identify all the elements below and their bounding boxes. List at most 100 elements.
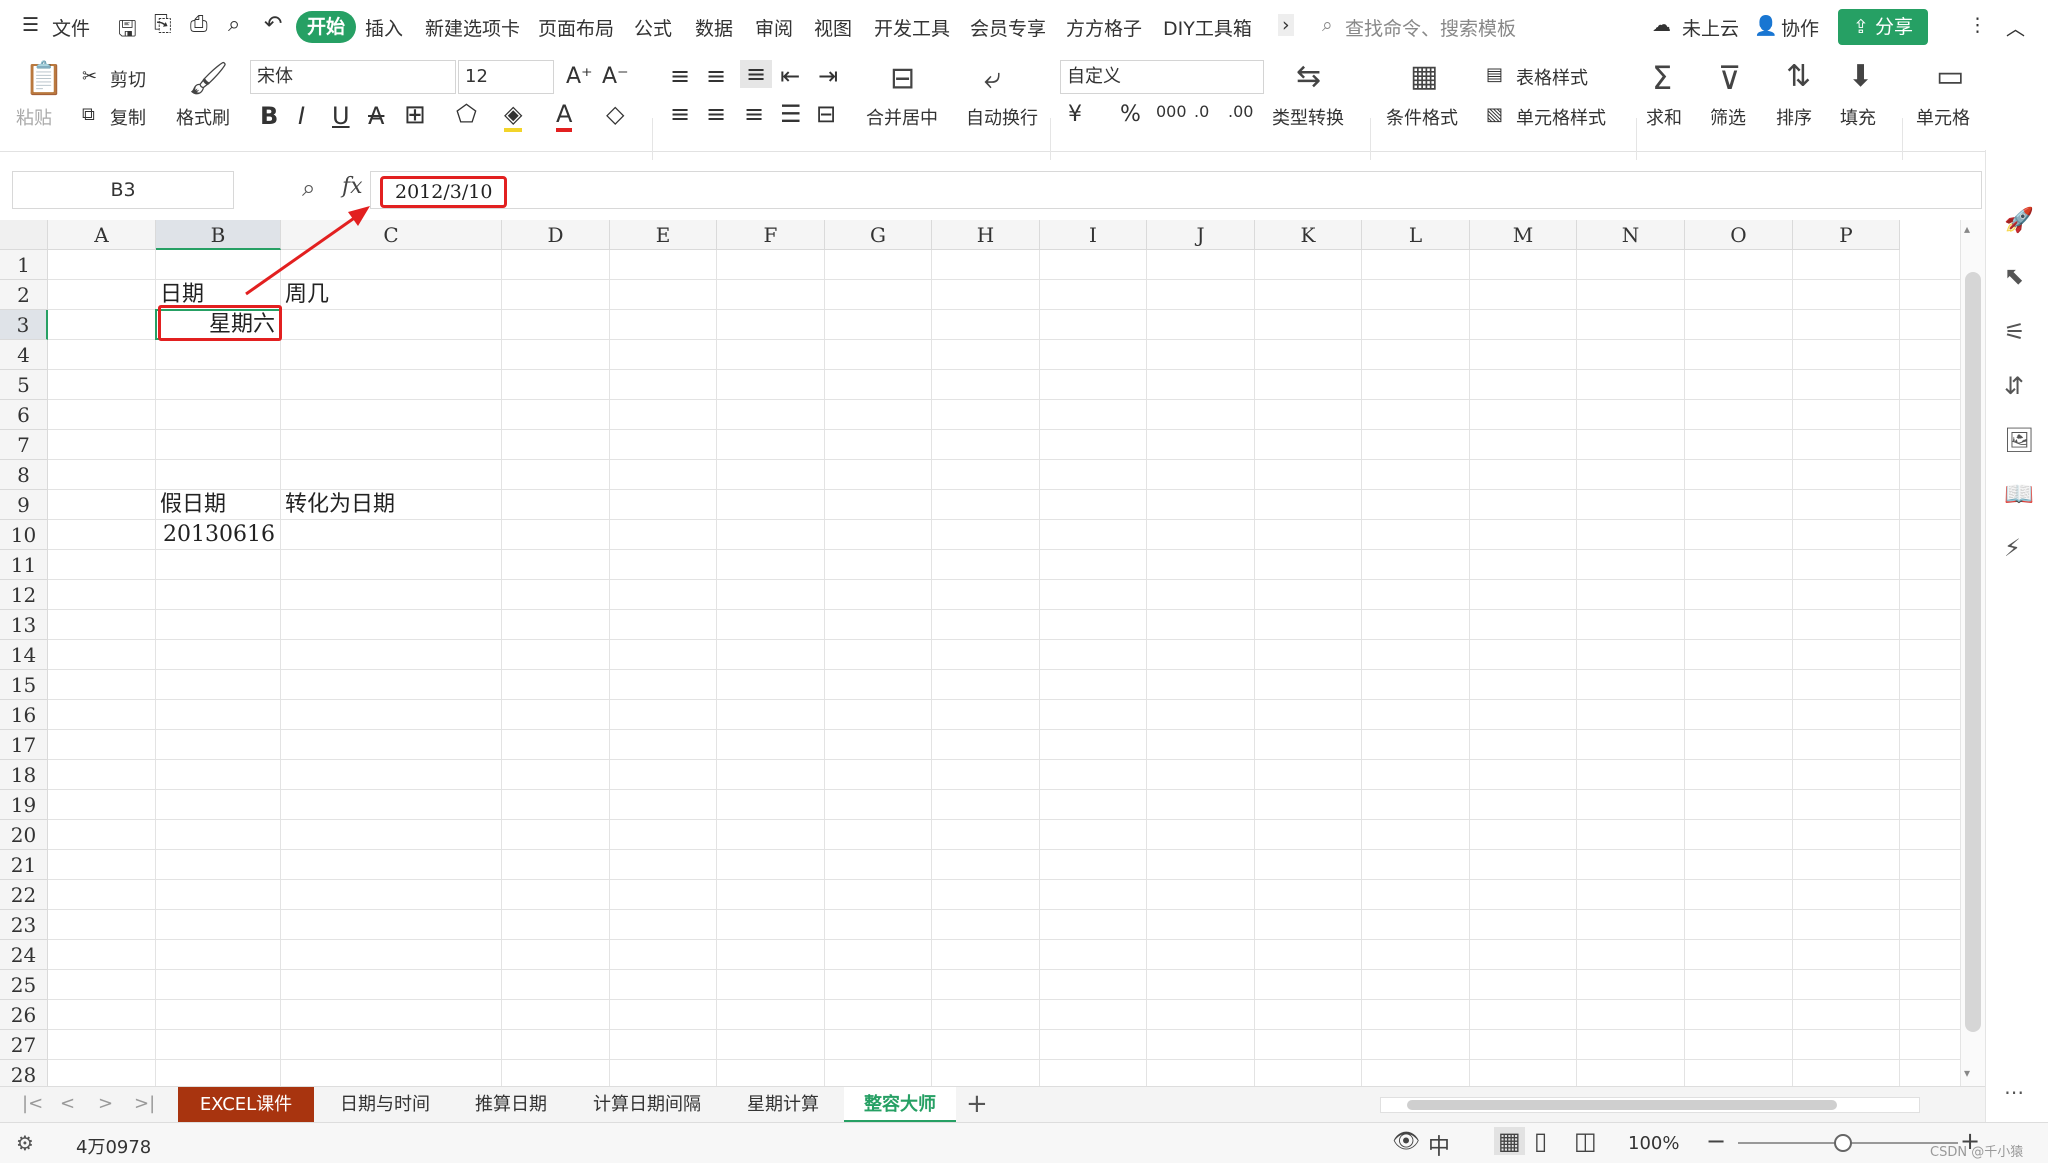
prev-sheet-icon[interactable]: < [60,1093,75,1114]
row-header-25[interactable]: 25 [0,970,48,1000]
horizontal-scrollbar[interactable] [1380,1097,1920,1113]
input-method-icon[interactable]: 中 [1428,1129,1450,1161]
row-header-28[interactable]: 28 [0,1060,48,1086]
image-edit-icon[interactable]: 🖼 [2004,426,2034,454]
macro-icon[interactable]: ⚙ [16,1131,34,1155]
paste-icon[interactable]: 📋 [24,62,64,94]
sheet-tab-active[interactable]: 整容大师 [844,1087,956,1123]
tab-page-layout[interactable]: 页面布局 [538,14,614,41]
row-header-11[interactable]: 11 [0,550,48,580]
column-header-f[interactable]: F [717,220,825,250]
fill-button[interactable]: 填充 [1840,104,1876,130]
column-header-p[interactable]: P [1793,220,1900,250]
row-header-2[interactable]: 2 [0,280,48,310]
fill-color-icon[interactable]: ◈ [504,100,523,132]
strikethrough-icon[interactable]: A [368,102,384,130]
row-header-10[interactable]: 10 [0,520,48,550]
column-header-d[interactable]: D [502,220,610,250]
more-dots-icon[interactable]: ⋯ [2004,1080,2024,1104]
cell-b9[interactable]: 假日期 [160,490,226,520]
sheet-tab[interactable]: EXCEL课件 [178,1087,314,1123]
filter-button[interactable]: 筛选 [1710,104,1746,130]
row-header-22[interactable]: 22 [0,880,48,910]
wrap-text-button[interactable]: 自动换行 [966,104,1038,130]
sum-button[interactable]: 求和 [1646,104,1682,130]
row-header-5[interactable]: 5 [0,370,48,400]
cloud-status[interactable]: 未上云 [1682,14,1739,41]
row-header-6[interactable]: 6 [0,400,48,430]
font-name-select[interactable]: 宋体 [250,60,456,94]
justify-icon[interactable]: ☰ [780,100,802,128]
tab-data[interactable]: 数据 [695,14,733,41]
print-preview-icon[interactable]: ⌕ [228,12,240,37]
spreadsheet-grid[interactable]: A B C D E F G H I J K L M N O P 1 2 3 4 5 6 7 8 9 10 11 12 13 14 15 16 1… [0,220,1960,1086]
tab-member[interactable]: 会员专享 [970,14,1046,41]
row-header-7[interactable]: 7 [0,430,48,460]
row-header-15[interactable]: 15 [0,670,48,700]
row-header-4[interactable]: 4 [0,340,48,370]
font-color-icon[interactable]: A [556,100,573,132]
search-input[interactable]: 查找命令、搜索模板 [1345,14,1516,41]
font-grow-icon[interactable]: A⁺ [566,64,593,89]
zoom-level[interactable]: 100% [1628,1133,1679,1154]
decimal-increase-icon[interactable]: .0 [1194,102,1209,121]
merge-center-button[interactable]: 合并居中 [866,104,938,130]
hamburger-menu-icon[interactable]: ☰ [22,14,39,36]
fx-button[interactable]: fx [342,174,363,199]
copy-button[interactable]: 复制 [110,104,146,130]
tab-view[interactable]: 视图 [814,14,852,41]
row-header-14[interactable]: 14 [0,640,48,670]
cell-b10[interactable]: 20130616 [156,520,275,550]
tab-new[interactable]: 新建选项卡 [425,14,520,41]
shape-fill-icon[interactable]: ⬠ [456,100,477,128]
row-header-17[interactable]: 17 [0,730,48,760]
font-size-select[interactable]: 12 [458,60,554,94]
name-box[interactable]: B3 [12,171,234,209]
indent-decrease-icon[interactable]: ⇤ [780,62,800,90]
pointer-icon[interactable]: ⬉ [2004,262,2024,290]
cut-button[interactable]: 剪切 [110,66,146,92]
align-bottom-icon[interactable]: ≡ [740,60,773,88]
scroll-down-icon[interactable]: ▾ [1964,1066,1970,1080]
align-middle-icon[interactable]: ≡ [706,62,726,90]
hscroll-thumb[interactable] [1407,1100,1837,1110]
page-view-icon[interactable]: ▯ [1534,1127,1547,1155]
sheet-tab[interactable]: 星期计算 [728,1087,838,1123]
column-header-i[interactable]: I [1040,220,1147,250]
clear-format-icon[interactable]: ◇ [606,100,624,128]
share-button[interactable]: ⇪ 分享 [1838,9,1928,45]
row-header-24[interactable]: 24 [0,940,48,970]
column-header-e[interactable]: E [610,220,717,250]
align-center-icon[interactable]: ≡ [706,100,726,128]
collapse-ribbon-icon[interactable]: ︿ [2006,14,2025,41]
format-painter-button[interactable]: 格式刷 [176,104,230,130]
column-header-n[interactable]: N [1577,220,1685,250]
next-sheet-icon[interactable]: > [98,1093,113,1114]
thousands-icon[interactable]: 000 [1156,102,1187,121]
align-top-icon[interactable]: ≡ [670,62,690,90]
lightning-icon[interactable]: ⚡ [2004,534,2021,562]
transform-icon[interactable]: ⇵ [2004,372,2024,400]
row-header-1[interactable]: 1 [0,250,48,280]
row-header-26[interactable]: 26 [0,1000,48,1030]
row-header-13[interactable]: 13 [0,610,48,640]
distribute-icon[interactable]: ⊟ [816,100,836,128]
number-format-select[interactable]: 自定义 [1060,60,1264,94]
column-header-m[interactable]: M [1470,220,1577,250]
underline-icon[interactable]: U [332,102,350,130]
tab-diy[interactable]: DIY工具箱 [1163,14,1252,41]
row-header-19[interactable]: 19 [0,790,48,820]
page-break-view-icon[interactable]: ◫ [1574,1127,1597,1155]
table-style-button[interactable]: 表格样式 [1516,64,1588,90]
menu-file[interactable]: 文件 [52,14,90,41]
save-icon[interactable]: 🖫 [118,12,137,50]
type-convert-button[interactable]: 类型转换 [1272,104,1344,130]
row-header-23[interactable]: 23 [0,910,48,940]
export-icon[interactable]: ⎘ [154,12,172,37]
border-icon[interactable]: ⊞ [404,100,426,130]
more-tabs-icon[interactable]: › [1278,14,1294,36]
row-header-12[interactable]: 12 [0,580,48,610]
align-right-icon[interactable]: ≡ [744,100,764,128]
tab-ffgz[interactable]: 方方格子 [1066,14,1142,41]
sheet-tab[interactable]: 日期与时间 [320,1087,450,1123]
